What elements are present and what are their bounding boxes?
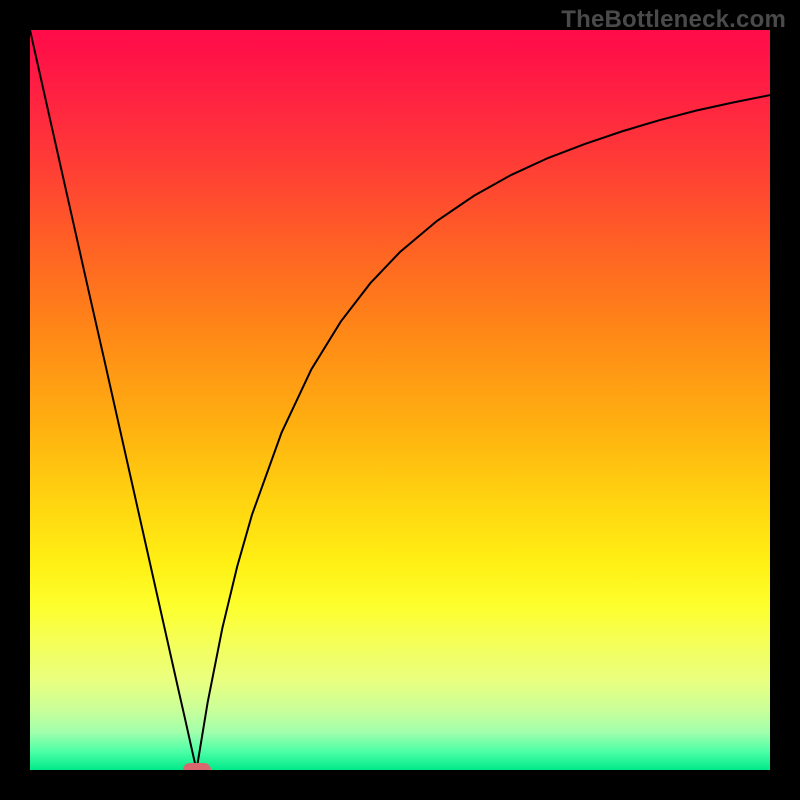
chart-frame: TheBottleneck.com [0, 0, 800, 800]
curve-path [30, 30, 770, 770]
watermark-text: TheBottleneck.com [561, 6, 786, 34]
plot-area [30, 30, 770, 770]
minimum-marker [183, 763, 211, 770]
bottleneck-curve [30, 30, 770, 770]
